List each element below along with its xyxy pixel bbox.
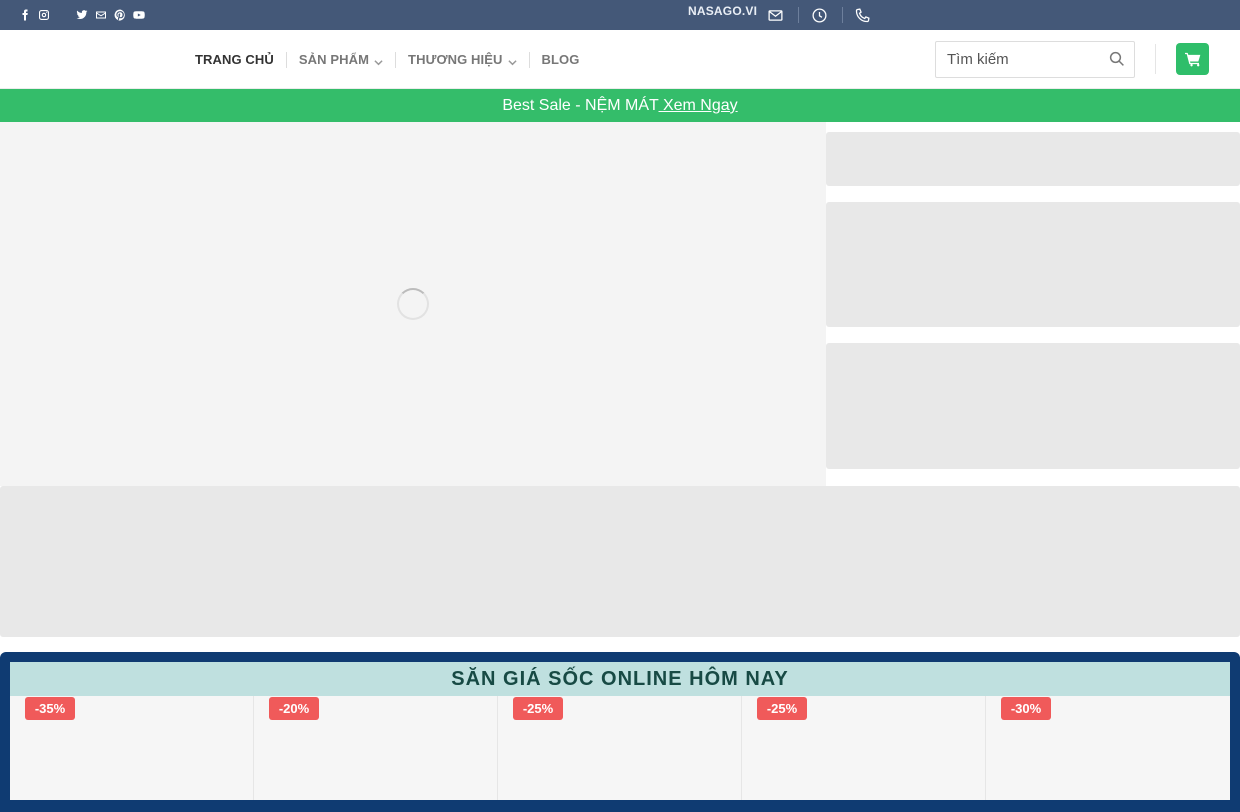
- facebook-icon[interactable]: [17, 7, 33, 23]
- envelope-icon[interactable]: [766, 6, 784, 24]
- search-box: [935, 41, 1135, 78]
- discount-badge: -25%: [513, 697, 563, 720]
- clock-icon[interactable]: [810, 6, 828, 24]
- site-label[interactable]: NASAGO.VI: [688, 4, 757, 18]
- banner-placeholder[interactable]: [826, 202, 1240, 327]
- promo-text: Best Sale - NỆM MÁT: [502, 97, 659, 114]
- main-header: TRANG CHỦ SẢN PHẨM THƯƠNG HIỆU BLOG: [0, 30, 1240, 89]
- instagram-icon[interactable]: [36, 7, 52, 23]
- twitter-icon[interactable]: [74, 7, 90, 23]
- nav-divider: [528, 51, 530, 68]
- social-links: [17, 7, 52, 23]
- banner-placeholder[interactable]: [826, 132, 1240, 186]
- nav-item-brands[interactable]: THƯƠNG HIỆU: [408, 52, 517, 67]
- promo-banner: Best Sale - NỆM MÁT Xem Ngay: [0, 89, 1240, 122]
- hero-slider[interactable]: [0, 122, 826, 486]
- social-links-2: [74, 7, 147, 23]
- discount-badge: -30%: [1001, 697, 1051, 720]
- nav-item-label: THƯƠNG HIỆU: [408, 52, 503, 67]
- nav-item-home[interactable]: TRANG CHỦ: [195, 52, 274, 67]
- header-divider: [1155, 44, 1156, 74]
- promo-link[interactable]: Xem Ngay: [659, 97, 738, 114]
- nav-item-products[interactable]: SẢN PHẨM: [299, 52, 383, 67]
- youtube-icon[interactable]: [131, 7, 147, 23]
- email-icon[interactable]: [93, 7, 109, 23]
- main-nav: TRANG CHỦ SẢN PHẨM THƯƠNG HIỆU BLOG: [195, 30, 579, 89]
- product-card[interactable]: -35%: [10, 696, 254, 800]
- divider: [798, 7, 799, 23]
- cart-icon: [1184, 52, 1200, 66]
- nav-item-label: BLOG: [541, 52, 580, 67]
- nav-divider: [285, 51, 287, 68]
- cart-button[interactable]: [1176, 43, 1209, 75]
- product-card[interactable]: -20%: [254, 696, 498, 800]
- search-input[interactable]: [936, 42, 1101, 77]
- top-bar: NASAGO.VI: [0, 0, 1240, 30]
- discount-badge: -20%: [269, 697, 319, 720]
- chevron-down-icon: [374, 55, 383, 66]
- discount-badge: -35%: [25, 697, 75, 720]
- discount-badge: -25%: [757, 697, 807, 720]
- product-card[interactable]: -30%: [986, 696, 1230, 800]
- product-card[interactable]: -25%: [498, 696, 742, 800]
- divider: [842, 7, 843, 23]
- product-list: -35% -20% -25% -25% -30%: [10, 696, 1230, 800]
- pinterest-icon[interactable]: [112, 7, 128, 23]
- nav-divider: [395, 51, 397, 68]
- nav-item-blog[interactable]: BLOG: [542, 52, 580, 67]
- nav-item-label: SẢN PHẨM: [298, 52, 370, 67]
- banner-placeholder[interactable]: [826, 343, 1240, 469]
- loading-spinner-icon: [397, 288, 429, 320]
- nav-item-label: TRANG CHỦ: [195, 52, 274, 67]
- product-card[interactable]: -25%: [742, 696, 986, 800]
- flash-sale-title: SĂN GIÁ SỐC ONLINE HÔM NAY: [10, 662, 1230, 696]
- phone-icon[interactable]: [853, 6, 871, 24]
- chevron-down-icon: [507, 55, 517, 66]
- wide-banner-placeholder[interactable]: [0, 486, 1240, 637]
- search-icon[interactable]: [1108, 50, 1126, 68]
